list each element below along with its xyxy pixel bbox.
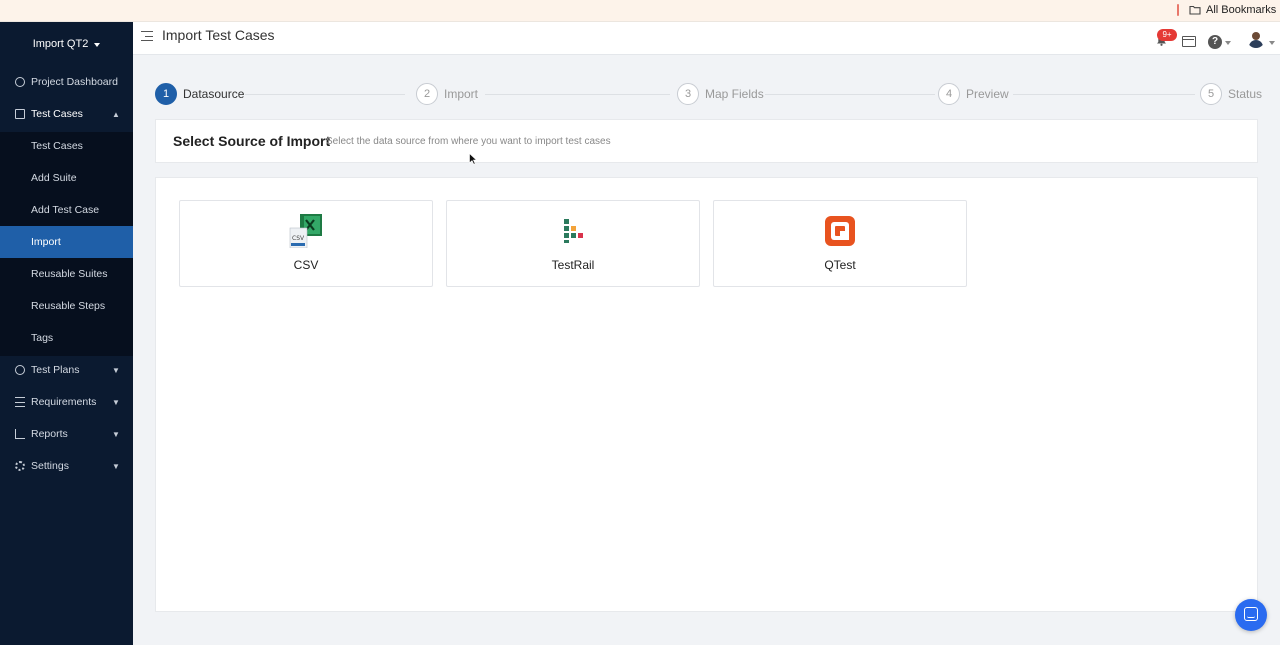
- all-bookmarks-button[interactable]: All Bookmarks: [1189, 2, 1276, 18]
- sidebar-subitem-test-cases[interactable]: Test Cases: [0, 130, 133, 162]
- page-title: Import Test Cases: [162, 27, 275, 43]
- chevron-down-icon: ▼: [112, 461, 120, 471]
- notification-badge: 9+: [1157, 29, 1177, 41]
- import-stepper: 1 Datasource 2 Import 3 Map Fields 4 Pre…: [155, 83, 1262, 107]
- sidebar-item-test-plans[interactable]: Test Plans ▼: [0, 354, 133, 386]
- source-card-label: CSV: [293, 258, 319, 272]
- chevron-down-icon[interactable]: [1269, 41, 1275, 45]
- chat-icon: [1244, 607, 1258, 621]
- avatar[interactable]: [1247, 30, 1265, 48]
- step-map-fields: 3 Map Fields: [677, 83, 764, 105]
- chevron-down-icon: ▼: [112, 397, 120, 407]
- step-connector: [765, 94, 935, 95]
- sidebar-subitem-label: Test Cases: [31, 140, 83, 152]
- sidebar-subitem-label: Add Test Case: [31, 204, 100, 216]
- step-label: Import: [444, 87, 479, 101]
- step-label: Status: [1228, 87, 1263, 101]
- source-card-csv[interactable]: CSV CSV: [179, 200, 433, 287]
- list-icon: [15, 397, 25, 407]
- source-panel-subtitle: Select the data source from where you wa…: [326, 136, 611, 147]
- qtest-logo-icon: [825, 216, 855, 246]
- sidebar-item-requirements[interactable]: Requirements ▼: [0, 386, 133, 418]
- folder-icon: [1189, 5, 1201, 15]
- step-number: 1: [155, 83, 177, 105]
- source-panel-header: Select Source of Import Select the data …: [155, 119, 1258, 163]
- chevron-down-icon: [94, 42, 101, 47]
- sidebar-subitem-add-suite[interactable]: Add Suite: [0, 162, 133, 194]
- top-header: Import Test Cases 9+ ?: [133, 22, 1280, 55]
- sidebar-subitem-reusable-suites[interactable]: Reusable Suites: [0, 258, 133, 290]
- project-name: Import QT2: [32, 38, 89, 50]
- sidebar-subitem-add-test-case[interactable]: Add Test Case: [0, 194, 133, 226]
- step-connector: [245, 94, 405, 95]
- svg-text:CSV: CSV: [292, 235, 305, 242]
- mouse-cursor-icon: [469, 153, 477, 165]
- step-datasource: 1 Datasource: [155, 83, 244, 105]
- sidebar-item-label: Test Cases: [31, 108, 83, 120]
- csv-file-icon: CSV: [289, 214, 322, 248]
- sidebar-subitem-label: Add Suite: [31, 172, 77, 184]
- sidebar-item-label: Requirements: [31, 396, 97, 408]
- sidebar-item-test-cases[interactable]: Test Cases ▲: [0, 98, 133, 130]
- all-bookmarks-label: All Bookmarks: [1206, 4, 1277, 16]
- sidebar-item-reports[interactable]: Reports ▼: [0, 418, 133, 450]
- source-card-testrail[interactable]: TestRail: [446, 200, 700, 287]
- source-panel-title: Select Source of Import: [173, 133, 331, 149]
- sidebar-item-label: Reports: [31, 428, 68, 440]
- sidebar-item-label: Project Dashboard: [31, 76, 118, 88]
- step-number: 5: [1200, 83, 1222, 105]
- sidebar-item-label: Settings: [31, 460, 69, 472]
- dashboard-icon: [15, 77, 25, 87]
- sidebar-subitem-label: Tags: [31, 332, 54, 344]
- step-import: 2 Import: [416, 83, 478, 105]
- check-circle-icon: [15, 365, 25, 375]
- bookmarks-bar: All Bookmarks: [0, 0, 1280, 22]
- testrail-logo-icon: [564, 219, 583, 243]
- sidebar-item-settings[interactable]: Settings ▼: [0, 450, 133, 482]
- step-number: 4: [938, 83, 960, 105]
- chevron-down-icon: ▼: [112, 429, 120, 439]
- source-card-label: QTest: [824, 258, 856, 272]
- sidebar: Import QT2 Project Dashboard Test Cases …: [0, 22, 133, 645]
- help-icon[interactable]: ?: [1208, 35, 1222, 49]
- sidebar-item-label: Test Plans: [31, 364, 80, 376]
- source-card-label: TestRail: [551, 258, 595, 272]
- step-connector: [485, 94, 670, 95]
- sidebar-subitem-label: Reusable Steps: [31, 300, 106, 312]
- chevron-up-icon: ▲: [112, 109, 120, 119]
- source-card-qtest[interactable]: QTest: [713, 200, 967, 287]
- step-number: 3: [677, 83, 699, 105]
- chevron-down-icon: ▼: [112, 365, 120, 375]
- sidebar-subitem-label: Import: [31, 236, 61, 248]
- step-preview: 4 Preview: [938, 83, 1009, 105]
- step-label: Datasource: [183, 87, 245, 101]
- step-number: 2: [416, 83, 438, 105]
- step-status: 5 Status: [1200, 83, 1262, 105]
- chevron-down-icon[interactable]: [1225, 41, 1231, 45]
- gear-icon: [15, 461, 25, 471]
- edit-icon: [15, 109, 25, 119]
- sidebar-subitem-reusable-steps[interactable]: Reusable Steps: [0, 290, 133, 322]
- chat-widget-button[interactable]: [1235, 599, 1267, 631]
- step-label: Map Fields: [705, 87, 764, 101]
- sidebar-subitem-import[interactable]: Import: [0, 226, 133, 258]
- step-label: Preview: [966, 87, 1009, 101]
- sidebar-subitem-tags[interactable]: Tags: [0, 322, 133, 354]
- sidebar-item-project-dashboard[interactable]: Project Dashboard: [0, 66, 133, 98]
- sidebar-subitem-label: Reusable Suites: [31, 268, 108, 280]
- chart-icon: [15, 429, 25, 439]
- step-connector: [1013, 94, 1195, 95]
- bookmarks-divider: [1177, 4, 1179, 16]
- sidebar-toggle-icon[interactable]: [141, 31, 153, 42]
- calendar-icon[interactable]: [1182, 36, 1196, 47]
- project-switcher[interactable]: Import QT2: [0, 22, 133, 66]
